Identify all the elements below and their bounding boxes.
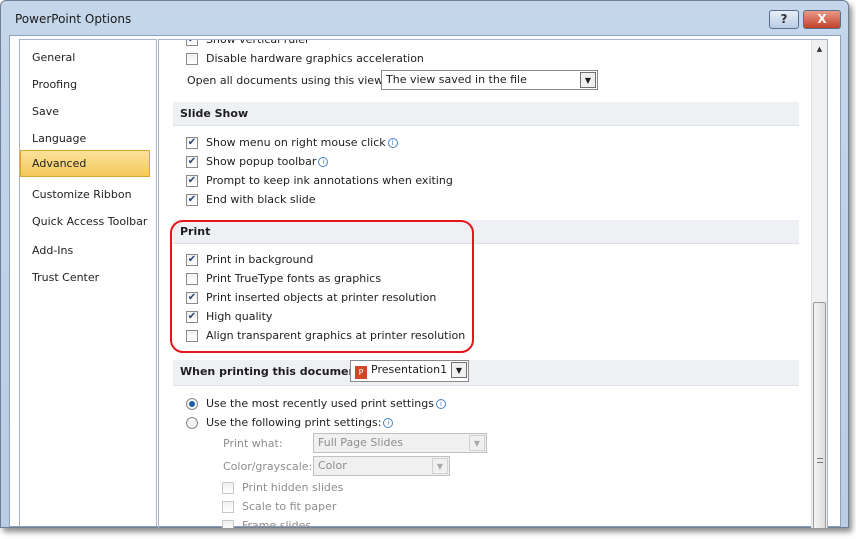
- grip-icon: [817, 458, 823, 463]
- print-what-label: Print what:: [223, 437, 283, 450]
- dialog-body: General Proofing Save Language Advanced …: [9, 35, 841, 528]
- open-docs-label: Open all documents using this view: [187, 74, 384, 87]
- info-icon: i: [318, 157, 329, 167]
- sidebar-item-add-ins[interactable]: Add-Ins: [21, 238, 155, 263]
- open-docs-select[interactable]: The view saved in the file ▼: [381, 70, 598, 90]
- document-select[interactable]: P Presentation1 ▼: [350, 360, 469, 382]
- scrollbar-thumb[interactable]: [813, 302, 826, 528]
- sidebar: General Proofing Save Language Advanced …: [19, 39, 157, 526]
- sidebar-item-language[interactable]: Language: [21, 126, 155, 151]
- color-grayscale-select[interactable]: Color ▼: [313, 456, 450, 476]
- sidebar-item-trust-center[interactable]: Trust Center: [21, 265, 155, 290]
- sidebar-item-save[interactable]: Save: [21, 99, 155, 124]
- chevron-down-icon: ▼: [451, 362, 467, 378]
- sidebar-item-advanced[interactable]: Advanced: [20, 150, 150, 177]
- powerpoint-icon: P: [355, 366, 367, 379]
- sidebar-item-quick-access-toolbar[interactable]: Quick Access Toolbar: [21, 209, 155, 234]
- info-icon: i: [387, 138, 398, 148]
- sidebar-item-general[interactable]: General: [21, 45, 155, 70]
- print-what-select[interactable]: Full Page Slides ▼: [313, 433, 487, 453]
- chevron-down-icon: ▼: [469, 435, 485, 451]
- info-icon: i: [383, 418, 394, 428]
- dialog-window: PowerPoint Options ? X General Proofing …: [0, 0, 849, 528]
- vertical-scrollbar[interactable]: ▲: [811, 40, 827, 528]
- scroll-up-icon[interactable]: ▲: [812, 45, 827, 53]
- color-grayscale-label: Color/grayscale:: [223, 460, 313, 473]
- options-panel: ✔ Show vertical ruler Disable hardware gr…: [158, 39, 828, 528]
- help-button[interactable]: ?: [769, 10, 799, 29]
- sidebar-item-customize-ribbon[interactable]: Customize Ribbon: [21, 182, 155, 207]
- chevron-down-icon: ▼: [432, 458, 448, 474]
- section-when-printing: When printing this document:: [173, 360, 799, 386]
- section-slide-show: Slide Show: [173, 102, 799, 126]
- highlight-annotation: [170, 220, 474, 353]
- window-title: PowerPoint Options: [15, 12, 132, 26]
- info-icon: i: [435, 399, 446, 409]
- sidebar-item-proofing[interactable]: Proofing: [21, 72, 155, 97]
- close-button[interactable]: X: [803, 10, 841, 29]
- chevron-down-icon: ▼: [580, 72, 596, 88]
